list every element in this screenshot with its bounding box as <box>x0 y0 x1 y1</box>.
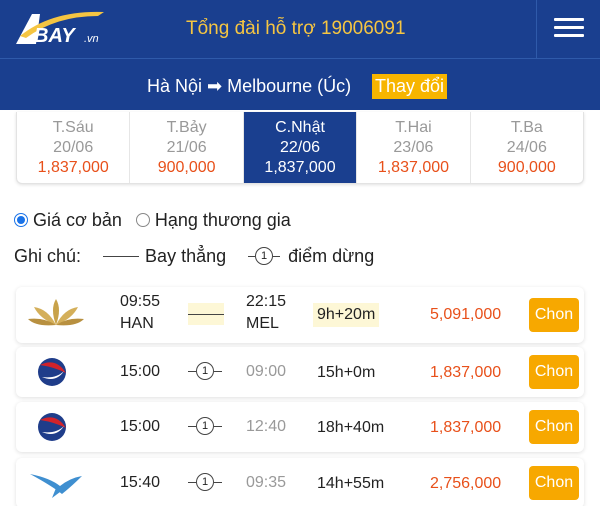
date-tab[interactable]: T.Sáu 20/06 1,837,000 <box>17 112 131 183</box>
flight-row[interactable]: 15:40 1 09:35 14h+55m 2,756,000 Chon <box>16 458 584 506</box>
stop-circle-icon: 1 <box>248 247 281 265</box>
bay-vn-logo[interactable]: BAY .vn <box>12 8 112 50</box>
legend-direct-label: Bay thẳng <box>145 245 227 266</box>
departure-time: 15:00 <box>120 418 161 435</box>
flight-price: 2,756,000 <box>430 475 502 492</box>
stop-circle-icon: 1 <box>188 473 222 491</box>
date-tab-active[interactable]: C.Nhật 22/06 1,837,000 <box>243 112 358 183</box>
date-tab-weekday: T.Ba <box>510 119 543 136</box>
arrival-code: MEL <box>246 315 279 332</box>
departure-code: HAN <box>120 315 154 332</box>
hamburger-menu-icon <box>554 18 584 21</box>
hotline-text: Tổng đài hỗ trợ 19006091 <box>186 18 406 39</box>
svg-text:.vn: .vn <box>84 33 99 45</box>
flight-row[interactable]: 15:00 1 12:40 18h+40m 1,837,000 Chon <box>16 402 584 452</box>
date-tab[interactable]: T.Bảy 21/06 900,000 <box>130 112 244 183</box>
select-flight-button[interactable]: Chon <box>529 410 579 444</box>
arrival-time: 22:15 <box>246 293 287 310</box>
route-bar: Hà Nội ➡ Melbourne (Úc) Thay đổi <box>0 58 600 110</box>
arrival-time: 12:40 <box>246 418 287 435</box>
flight-duration: 15h+0m <box>317 364 376 381</box>
stop-circle-icon: 1 <box>188 362 222 380</box>
departure-time: 15:40 <box>120 474 161 491</box>
header: BAY .vn Tổng đài hỗ trợ 19006091 <box>0 0 600 58</box>
date-tab-date: 20/06 <box>53 139 94 156</box>
legend-label: Ghi chú: <box>14 245 82 266</box>
date-tab-weekday: T.Bảy <box>166 119 207 136</box>
select-flight-button[interactable]: Chon <box>529 466 579 500</box>
legend: Ghi chú: Bay thẳng 1 điểm dừng <box>14 244 374 268</box>
route-text: Hà Nội ➡ Melbourne (Úc) <box>147 76 352 96</box>
date-tab-date: 24/06 <box>506 139 547 156</box>
date-tab-weekday: C.Nhật <box>275 119 325 136</box>
change-route-button[interactable]: Thay đổi <box>372 74 448 99</box>
china-eastern-icon <box>38 358 66 386</box>
fare-basic-radio[interactable] <box>14 213 28 227</box>
arrival-time: 09:35 <box>246 474 287 491</box>
date-tab-date: 21/06 <box>166 139 207 156</box>
date-selector: T.Sáu 20/06 1,837,000 T.Bảy 21/06 900,00… <box>16 112 584 184</box>
departure-time: 09:55 <box>120 293 161 310</box>
fare-type-selector: Giá cơ bản Hạng thương gia <box>14 208 305 232</box>
flight-row[interactable]: 15:00 1 09:00 15h+0m 1,837,000 Chon <box>16 347 584 397</box>
select-flight-button[interactable]: Chon <box>529 298 579 332</box>
date-tab-date: 23/06 <box>393 139 434 156</box>
fare-basic-label: Giá cơ bản <box>33 209 122 230</box>
china-eastern-icon <box>38 413 66 441</box>
legend-stops-label: điểm dừng <box>288 245 375 266</box>
date-tab-weekday: T.Hai <box>395 119 432 136</box>
xiamen-airlines-icon <box>30 474 82 498</box>
departure-time: 15:00 <box>120 363 161 380</box>
flight-row[interactable]: 09:55 HAN 22:15 MEL 9h+20m 5,091,000 Cho… <box>16 287 584 343</box>
date-tab-date: 22/06 <box>279 139 321 156</box>
flight-duration: 14h+55m <box>317 475 385 492</box>
date-tab-price: 1,837,000 <box>37 159 109 176</box>
flight-duration: 9h+20m <box>313 303 380 327</box>
fare-basic-option[interactable]: Giá cơ bản <box>14 210 122 231</box>
stop-circle-icon: 1 <box>188 417 222 435</box>
date-tab[interactable]: T.Hai 23/06 1,837,000 <box>357 112 471 183</box>
date-tab-price: 900,000 <box>497 159 556 176</box>
vietnam-airlines-lotus-icon <box>28 299 84 326</box>
select-flight-button[interactable]: Chon <box>529 355 579 389</box>
date-tab-price: 1,837,000 <box>377 159 450 176</box>
fare-business-label: Hạng thương gia <box>154 209 291 230</box>
arrival-time: 09:00 <box>246 363 287 380</box>
date-tab[interactable]: T.Ba 24/06 900,000 <box>471 112 583 183</box>
flight-price: 1,837,000 <box>430 364 502 381</box>
fare-business-option[interactable]: Hạng thương gia <box>135 209 291 231</box>
flight-price: 1,837,000 <box>430 419 502 436</box>
fare-business-radio[interactable] <box>135 213 150 227</box>
flight-price: 5,091,000 <box>430 306 502 323</box>
menu-button[interactable] <box>536 0 600 58</box>
date-tab-price: 1,837,000 <box>264 159 336 176</box>
direct-line-icon <box>103 255 140 257</box>
svg-text:BAY: BAY <box>34 25 76 47</box>
date-tab-weekday: T.Sáu <box>52 119 94 136</box>
date-tab-price: 900,000 <box>157 159 216 176</box>
direct-flight-indicator <box>188 303 224 325</box>
flight-duration: 18h+40m <box>317 419 385 436</box>
